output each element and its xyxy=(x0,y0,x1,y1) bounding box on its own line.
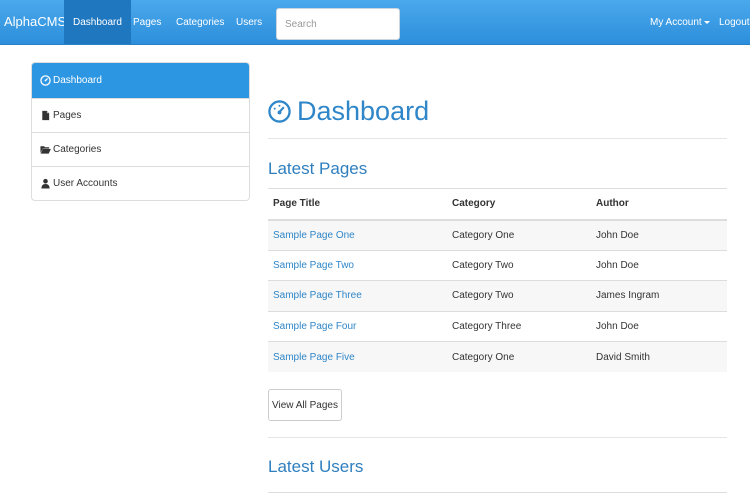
author-cell: James Ingram xyxy=(591,280,727,311)
sidebar-item-label: Pages xyxy=(53,109,82,121)
latest-users-table-header xyxy=(268,492,727,502)
table-row: Sample Page Two Category Two John Doe xyxy=(268,249,727,281)
folder-open-icon xyxy=(40,146,51,154)
category-cell: Category Three xyxy=(447,310,591,342)
my-account-dropdown[interactable]: My Account xyxy=(641,0,719,44)
category-cell: Category One xyxy=(447,219,591,250)
sidebar-menu: Dashboard Pages Categories User Accounts xyxy=(31,62,250,201)
logout-link[interactable]: Logout xyxy=(710,0,750,44)
sidebar-item-label: Dashboard xyxy=(53,74,102,86)
search-input[interactable] xyxy=(276,8,400,40)
sidebar-item-label: Categories xyxy=(53,143,102,155)
latest-users-heading: Latest Users xyxy=(268,457,364,476)
nav-pages[interactable]: Pages xyxy=(124,0,170,44)
latest-pages-heading: Latest Pages xyxy=(268,159,368,178)
my-account-label: My Account xyxy=(650,17,702,28)
user-icon xyxy=(41,178,50,189)
dashboard-icon xyxy=(268,100,291,123)
table-row: Sample Page One Category One John Doe xyxy=(268,219,727,250)
category-cell: Category Two xyxy=(447,249,591,281)
table-row: Sample Page Three Category Two James Ing… xyxy=(268,280,727,311)
divider xyxy=(268,138,727,139)
author-cell: David Smith xyxy=(591,341,727,372)
table-row: Sample Page Four Category Three John Doe xyxy=(268,310,727,342)
page-title-link[interactable]: Sample Page Four xyxy=(273,321,356,332)
view-all-pages-button[interactable]: View All Pages xyxy=(268,389,342,421)
page-title-text: Dashboard xyxy=(297,96,430,126)
sidebar-item-pages[interactable]: Pages xyxy=(32,98,249,132)
author-cell: John Doe xyxy=(591,249,727,281)
page-title-link[interactable]: Sample Page One xyxy=(273,230,355,241)
caret-down-icon xyxy=(703,20,710,24)
brand-logo[interactable]: AlphaCMS xyxy=(4,14,66,29)
file-icon xyxy=(42,110,50,121)
nav-dashboard[interactable]: Dashboard xyxy=(64,0,131,44)
column-header-author: Author xyxy=(591,188,727,221)
sidebar-item-categories[interactable]: Categories xyxy=(32,132,249,166)
top-navbar: AlphaCMS Dashboard Pages Categories User… xyxy=(0,0,750,45)
page-title: Dashboard xyxy=(268,96,429,127)
latest-pages-table: Page Title Category Author Sample Page O… xyxy=(268,188,727,372)
sidebar-item-dashboard[interactable]: Dashboard xyxy=(32,63,249,98)
nav-users[interactable]: Users xyxy=(227,0,271,44)
nav-categories[interactable]: Categories xyxy=(167,0,233,44)
author-cell: John Doe xyxy=(591,219,727,250)
divider xyxy=(268,437,727,438)
sidebar-item-user-accounts[interactable]: User Accounts xyxy=(32,166,249,200)
category-cell: Category One xyxy=(447,341,591,372)
sidebar-item-label: User Accounts xyxy=(53,177,118,189)
table-row: Sample Page Five Category One David Smit… xyxy=(268,341,727,372)
column-header-category: Category xyxy=(447,188,591,221)
column-header-page-title: Page Title xyxy=(268,188,447,221)
dashboard-icon xyxy=(40,75,51,86)
page-title-link[interactable]: Sample Page Two xyxy=(273,260,354,271)
page-title-link[interactable]: Sample Page Three xyxy=(273,290,362,301)
author-cell: John Doe xyxy=(591,310,727,342)
page-title-link[interactable]: Sample Page Five xyxy=(273,352,355,363)
category-cell: Category Two xyxy=(447,280,591,311)
